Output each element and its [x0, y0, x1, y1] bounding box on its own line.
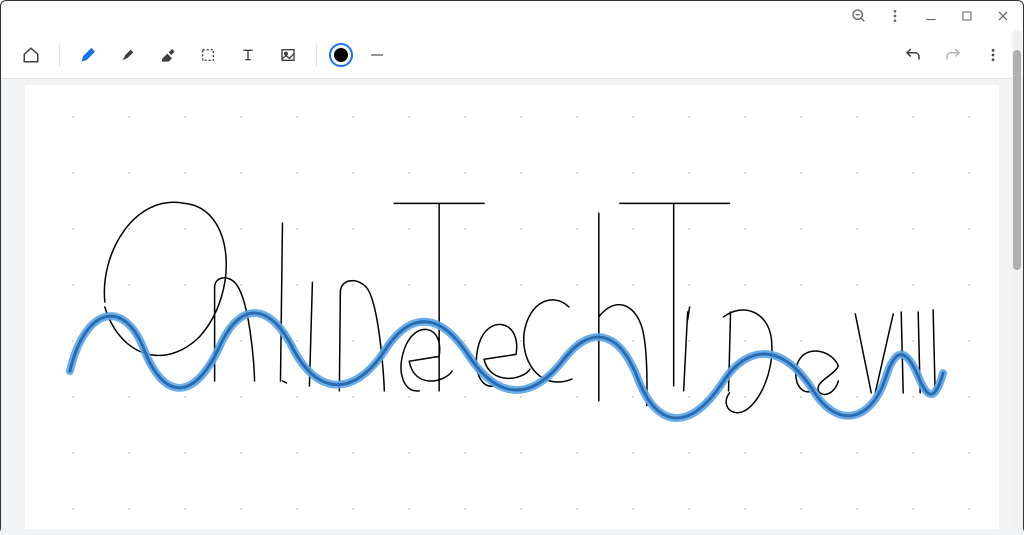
minimize-icon[interactable] [921, 6, 941, 26]
window-controls [1, 1, 1023, 31]
toolbar [1, 31, 1023, 79]
text-tool-button[interactable] [232, 39, 264, 71]
toolbar-more-button[interactable] [977, 39, 1009, 71]
selection-tool-button[interactable] [192, 39, 224, 71]
divider [316, 44, 317, 66]
stroke-weight-button[interactable] [361, 39, 393, 71]
pen-tool-button[interactable] [72, 39, 104, 71]
scroll-thumb[interactable] [1013, 50, 1021, 270]
divider [59, 44, 60, 66]
vertical-scrollbar[interactable] [1012, 30, 1022, 528]
eraser-tool-button[interactable] [152, 39, 184, 71]
home-button[interactable] [15, 39, 47, 71]
marker-tool-button[interactable] [112, 39, 144, 71]
drawing-canvas[interactable] [25, 85, 999, 529]
toolbar-left [15, 39, 393, 71]
toolbar-right [897, 39, 1009, 71]
maximize-icon[interactable] [957, 6, 977, 26]
close-icon[interactable] [993, 6, 1013, 26]
more-icon[interactable] [885, 6, 905, 26]
undo-button[interactable] [897, 39, 929, 71]
zoom-out-icon[interactable] [849, 6, 869, 26]
image-tool-button[interactable] [272, 39, 304, 71]
canvas-area [1, 79, 1023, 535]
drawing-content [25, 85, 999, 529]
redo-button[interactable] [937, 39, 969, 71]
highlighter-stroke-wave [70, 313, 943, 418]
current-color-swatch [334, 48, 348, 62]
color-picker-button[interactable] [329, 43, 353, 67]
